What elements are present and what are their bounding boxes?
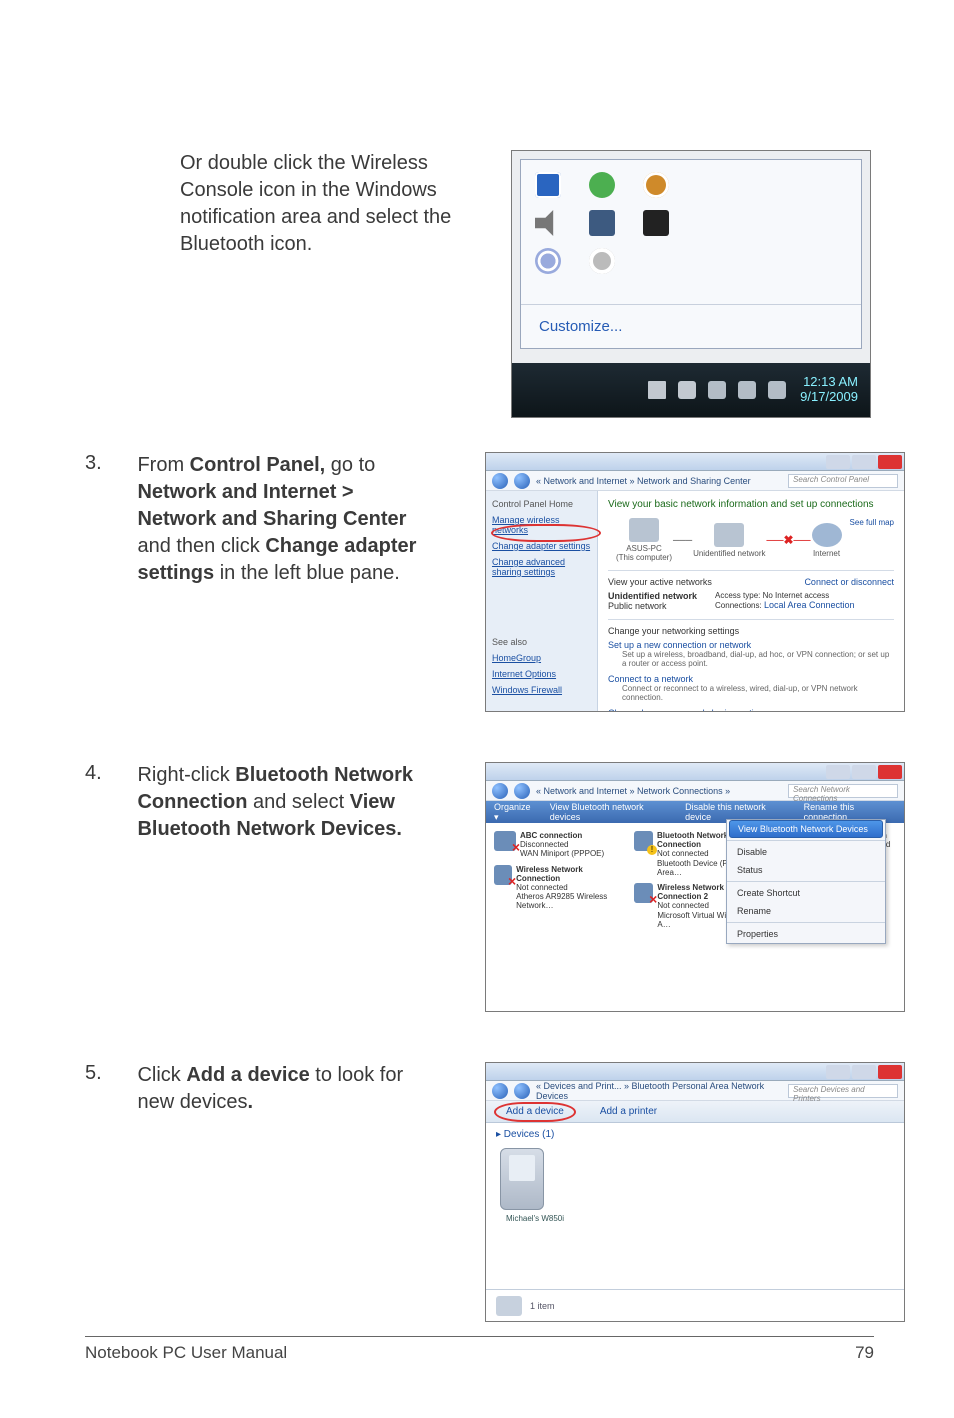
breadcrumb[interactable]: « Network and Internet » Network and Sha… [536,476,782,486]
device-item[interactable]: Michael's W850i [500,1148,570,1223]
conn-item[interactable]: ABC connectionDisconnectedWAN Miniport (… [494,831,624,859]
side-change-adapter[interactable]: Change adapter settings [492,541,591,551]
main-heading: View your basic network information and … [608,499,894,510]
forward-icon[interactable] [514,783,530,799]
search-input[interactable]: Search Devices and Printers [788,1084,898,1098]
side-see-also: See also [492,637,591,647]
tray-disc-icon [535,248,561,274]
search-input[interactable]: Search Network Connections [788,784,898,798]
breadcrumb[interactable]: « Network and Internet » Network Connect… [536,786,782,796]
screenshot-devices-printers: « Devices and Print... » Bluetooth Perso… [485,1062,905,1322]
tray-display-icon [589,210,615,236]
back-icon[interactable] [492,783,508,799]
devices-section[interactable]: ▸ Devices (1) [486,1123,904,1142]
side-advanced-sharing[interactable]: Change advanced sharing settings [492,557,591,577]
step5-text: Click Add a device to look for new devic… [137,1062,427,1116]
phone-icon [500,1148,544,1210]
side-home: Control Panel Home [492,499,591,509]
task-homegroup[interactable]: Choose homegroup and sharing options [608,708,768,712]
add-device-button[interactable]: Add a device [494,1102,576,1122]
conn-item[interactable]: Wireless Network ConnectionNot connected… [494,865,624,911]
active-networks-label: View your active networks [608,577,712,587]
see-full-map[interactable]: See full map [850,518,894,527]
tray-power-icon [643,172,669,198]
intro-text: Or double click the Wireless Console ico… [180,150,490,258]
tb-view-bt[interactable]: View Bluetooth network devices [550,802,671,822]
tray-info-icon [535,172,561,198]
footer-title: Notebook PC User Manual [85,1343,287,1363]
search-input[interactable]: Search Control Panel [788,474,898,488]
context-menu: View Bluetooth Network Devices Disable S… [726,819,886,944]
change-settings-label: Change your networking settings [608,626,894,636]
screenshot-sharing-center: « Network and Internet » Network and Sha… [485,452,905,712]
add-printer-button[interactable]: Add a printer [590,1104,667,1120]
page-number: 79 [855,1343,874,1363]
menu-disable[interactable]: Disable [727,843,885,861]
menu-view-bt-devices[interactable]: View Bluetooth Network Devices [729,820,883,838]
task-connect-network[interactable]: Connect to a network [608,674,693,684]
connect-disconnect[interactable]: Connect or disconnect [804,577,894,587]
back-icon[interactable] [492,473,508,489]
task-new-connection[interactable]: Set up a new connection or network [608,640,751,650]
step-number: 5. [85,1062,133,1085]
show-hidden-icon[interactable] [648,381,666,399]
step4-text: Right-click Bluetooth Network Connection… [137,762,427,843]
tray-touchpad-icon [643,210,669,236]
menu-create-shortcut[interactable]: Create Shortcut [727,884,885,902]
menu-rename[interactable]: Rename [727,902,885,920]
tb-organize[interactable]: Organize ▾ [494,802,536,823]
clock: 12:13 AM 9/17/2009 [800,375,858,405]
speaker-tray-icon[interactable] [768,381,786,399]
step3-text: From Control Panel, go to Network and In… [137,452,427,587]
status-text: 1 item [530,1301,555,1311]
breadcrumb[interactable]: « Devices and Print... » Bluetooth Perso… [536,1081,782,1101]
menu-properties[interactable]: Properties [727,925,885,943]
screenshot-network-connections: « Network and Internet » Network Connect… [485,762,905,1012]
tray-volume-icon [535,210,561,236]
customize-link[interactable]: Customize... [521,304,861,348]
menu-status[interactable]: Status [727,861,885,879]
step-number: 3. [85,452,133,475]
side-firewall[interactable]: Windows Firewall [492,685,591,695]
forward-icon[interactable] [514,473,530,489]
side-internet-options[interactable]: Internet Options [492,669,591,679]
bluetooth-icon[interactable] [708,381,726,399]
tray-settings-icon [589,248,615,274]
forward-icon[interactable] [514,1083,530,1099]
side-manage-wireless[interactable]: Manage wireless networks [492,515,591,535]
action-center-icon[interactable] [678,381,696,399]
chip-icon [496,1296,522,1316]
back-icon[interactable] [492,1083,508,1099]
step-number: 4. [85,762,133,785]
network-tray-icon[interactable] [738,381,756,399]
screenshot-tray: Customize... 12:13 AM 9/17/2009 [511,150,871,418]
taskbar: 12:13 AM 9/17/2009 [512,363,870,417]
side-homegroup[interactable]: HomeGroup [492,653,591,663]
tray-wireless-icon [589,172,615,198]
